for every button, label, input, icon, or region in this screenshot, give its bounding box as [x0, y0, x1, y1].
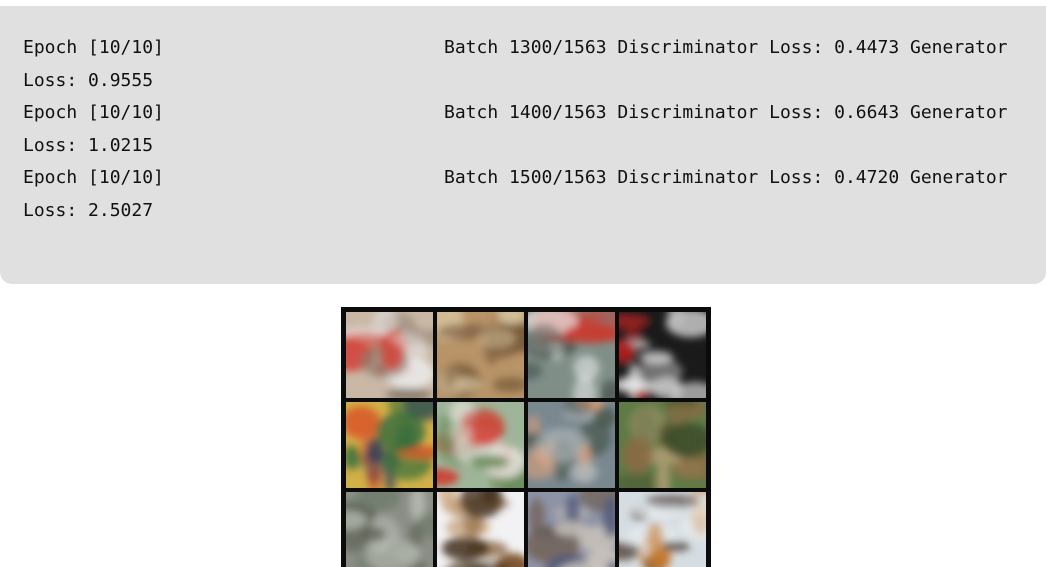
- log-line-epoch: Epoch [10/10]: [23, 167, 164, 188]
- generated-image-tile: [528, 402, 615, 488]
- generated-image-tile: [346, 492, 433, 567]
- log-line-wrap: Loss: 2.5027: [23, 200, 154, 221]
- log-line-batch: Batch 1500/1563 Discriminator Loss: 0.47…: [444, 167, 1008, 188]
- training-log-output: Epoch [10/10] Batch 1300/1563 Discrimina…: [0, 6, 1046, 284]
- log-line-batch: Batch 1300/1563 Discriminator Loss: 0.44…: [444, 37, 1008, 58]
- log-line-batch: Batch 1400/1563 Discriminator Loss: 0.66…: [444, 102, 1008, 123]
- generated-image-tile: [619, 312, 706, 398]
- generated-image-tile: [437, 312, 524, 398]
- generated-image-tile: [437, 492, 524, 567]
- generated-image-tile: [346, 312, 433, 398]
- generated-image-tile: [619, 492, 706, 567]
- generated-image-tile: [528, 492, 615, 567]
- generated-image-tile: [346, 402, 433, 488]
- generated-images-grid: [341, 307, 711, 567]
- generated-image-tile: [437, 402, 524, 488]
- notebook-output: Epoch [10/10] Batch 1300/1563 Discrimina…: [0, 0, 1046, 567]
- log-line-epoch: Epoch [10/10]: [23, 102, 164, 123]
- log-line-epoch: Epoch [10/10]: [23, 37, 164, 58]
- log-line-wrap: Loss: 0.9555: [23, 70, 154, 91]
- generated-image-tile: [528, 312, 615, 398]
- log-line-wrap: Loss: 1.0215: [23, 135, 154, 156]
- generated-image-tile: [619, 402, 706, 488]
